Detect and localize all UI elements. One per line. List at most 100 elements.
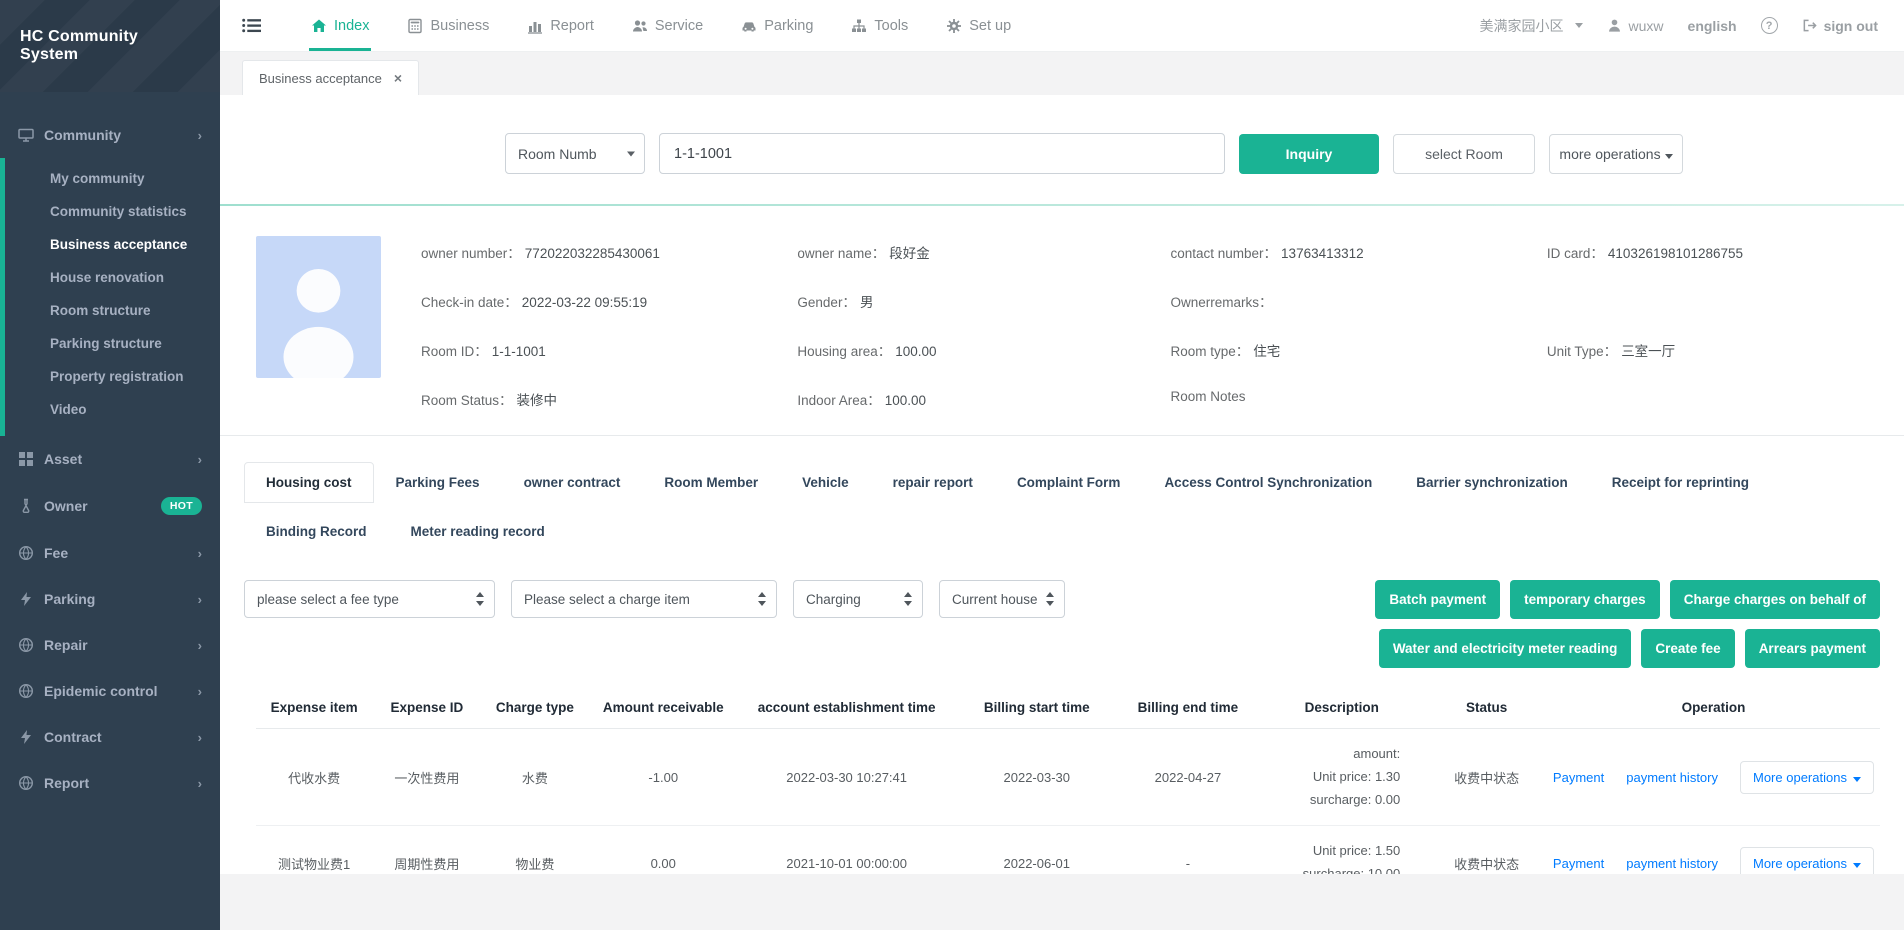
sidebar: HC Community System Community My communi… <box>0 0 220 930</box>
sidebar-item-fee[interactable]: Fee <box>0 530 220 576</box>
sidebar-item-business-acceptance[interactable]: Business acceptance <box>5 228 220 261</box>
nav-item-set-up[interactable]: Set up <box>944 0 1013 51</box>
col-operation: Operation <box>1547 688 1880 729</box>
field-indoor-area: Indoor Area：100.00 <box>797 389 1170 409</box>
tab-repair-report[interactable]: repair report <box>871 462 995 503</box>
tab-business-acceptance[interactable]: Business acceptance <box>242 60 419 95</box>
sidebar-item-community-statistics[interactable]: Community statistics <box>5 195 220 228</box>
chevron-right-icon <box>198 546 202 561</box>
sidebar-item-room-structure[interactable]: Room structure <box>5 294 220 327</box>
cell-established: 2022-03-30 10:27:41 <box>738 729 955 826</box>
sidebar-item-community[interactable]: Community <box>0 112 220 158</box>
charge-on-behalf-button[interactable]: Charge charges on behalf of <box>1670 580 1880 619</box>
sidebar-item-parking[interactable]: Parking <box>0 576 220 622</box>
tab-barrier-sync[interactable]: Barrier synchronization <box>1394 462 1590 503</box>
sign-out-icon <box>1802 18 1817 33</box>
arrears-payment-button[interactable]: Arrears payment <box>1745 629 1880 668</box>
sign-out-button[interactable]: sign out <box>1802 18 1878 34</box>
navbar-left: Index Business Report Service <box>242 0 1013 51</box>
filter-row: please select a fee type Please select a… <box>244 580 1880 668</box>
chevron-down-icon <box>1575 23 1583 28</box>
select-room-button[interactable]: select Room <box>1393 134 1535 174</box>
temporary-charges-button[interactable]: temporary charges <box>1510 580 1660 619</box>
nav-item-business[interactable]: Business <box>405 0 491 51</box>
payment-history-link[interactable]: payment history <box>1626 856 1718 871</box>
nav-item-index[interactable]: Index <box>309 0 371 51</box>
nav-item-tools[interactable]: Tools <box>849 0 910 51</box>
row-more-operations-dropdown[interactable]: More operations <box>1740 761 1874 794</box>
sidebar-item-asset[interactable]: Asset <box>0 436 220 482</box>
sidebar-item-video[interactable]: Video <box>5 393 220 426</box>
inquiry-button[interactable]: Inquiry <box>1239 134 1379 174</box>
create-fee-button[interactable]: Create fee <box>1641 629 1734 668</box>
col-expense-item: Expense item <box>256 688 372 729</box>
more-operations-dropdown[interactable]: more operations <box>1549 134 1683 174</box>
search-type-select[interactable]: Room Numb <box>505 133 645 174</box>
flask-icon <box>18 498 34 514</box>
row-more-operations-dropdown[interactable]: More operations <box>1740 847 1874 875</box>
nav-item-service[interactable]: Service <box>630 0 705 51</box>
tab-room-member[interactable]: Room Member <box>642 462 780 503</box>
user-icon <box>1607 18 1622 33</box>
sidebar-item-parking-structure[interactable]: Parking structure <box>5 327 220 360</box>
sidebar-item-label: Epidemic control <box>44 683 158 699</box>
sidebar-item-owner[interactable]: Owner HOT <box>0 482 220 530</box>
owner-avatar <box>256 236 381 378</box>
tab-label: Business acceptance <box>259 71 382 86</box>
detail-tabs: Housing cost Parking Fees owner contract… <box>244 462 1880 552</box>
tab-complaint-form[interactable]: Complaint Form <box>995 462 1143 503</box>
language-switch[interactable]: english <box>1688 18 1737 34</box>
globe-icon <box>18 545 34 561</box>
nav-item-report[interactable]: Report <box>525 0 596 51</box>
cell-charge-type: 物业费 <box>482 826 588 874</box>
field-owner-name: owner name：段好金 <box>797 242 1170 262</box>
payment-history-link[interactable]: payment history <box>1626 770 1718 785</box>
table-header-row: Expense item Expense ID Charge type Amou… <box>256 688 1880 729</box>
help-icon[interactable] <box>1761 17 1778 34</box>
bolt-icon <box>18 729 34 745</box>
username: wuxw <box>1629 18 1664 34</box>
charging-status-select[interactable]: Charging <box>793 580 923 618</box>
field-unit-type: Unit Type：三室一厅 <box>1547 340 1880 360</box>
payment-link[interactable]: Payment <box>1553 856 1604 871</box>
tab-vehicle[interactable]: Vehicle <box>780 462 871 503</box>
batch-payment-button[interactable]: Batch payment <box>1375 580 1500 619</box>
col-amount-receivable: Amount receivable <box>588 688 738 729</box>
tab-receipt-reprinting[interactable]: Receipt for reprinting <box>1590 462 1771 503</box>
room-number-input[interactable] <box>659 133 1225 174</box>
charge-item-select[interactable]: Please select a charge item <box>511 580 777 618</box>
sidebar-item-my-community[interactable]: My community <box>5 162 220 195</box>
community-selector-label: 美满家园小区 <box>1480 16 1564 36</box>
tab-binding-record[interactable]: Binding Record <box>244 511 389 552</box>
payment-link[interactable]: Payment <box>1553 770 1604 785</box>
community-selector[interactable]: 美满家园小区 <box>1480 16 1583 36</box>
sidebar-item-label: Fee <box>44 545 68 561</box>
cell-expense-id: 一次性费用 <box>372 729 481 826</box>
tab-owner-contract[interactable]: owner contract <box>502 462 643 503</box>
tab-meter-reading-record[interactable]: Meter reading record <box>389 511 567 552</box>
user-menu[interactable]: wuxw <box>1607 18 1664 34</box>
nav-item-label: Tools <box>874 18 908 34</box>
meter-reading-button[interactable]: Water and electricity meter reading <box>1379 629 1632 668</box>
nav-item-parking[interactable]: Parking <box>739 0 815 51</box>
nav-item-label: Index <box>334 18 369 34</box>
cell-billing-start: 2022-03-30 <box>955 729 1119 826</box>
close-icon[interactable] <box>394 70 402 86</box>
sidebar-item-contract[interactable]: Contract <box>0 714 220 760</box>
sidebar-item-house-renovation[interactable]: House renovation <box>5 261 220 294</box>
sidebar-item-property-registration[interactable]: Property registration <box>5 360 220 393</box>
fee-type-select[interactable]: please select a fee type <box>244 580 495 618</box>
search-row: Room Numb Inquiry select Room more opera… <box>505 133 1880 174</box>
menu-toggle-icon[interactable] <box>242 0 261 51</box>
tab-parking-fees[interactable]: Parking Fees <box>374 462 502 503</box>
chevron-down-icon <box>1665 154 1673 159</box>
sidebar-item-report[interactable]: Report <box>0 760 220 806</box>
cell-charge-type: 水费 <box>482 729 588 826</box>
tab-housing-cost[interactable]: Housing cost <box>244 462 374 503</box>
content-panel: Room Numb Inquiry select Room more opera… <box>220 95 1904 874</box>
tab-access-control-sync[interactable]: Access Control Synchronization <box>1142 462 1394 503</box>
sidebar-item-repair[interactable]: Repair <box>0 622 220 668</box>
house-scope-select[interactable]: Current house <box>939 580 1065 618</box>
sidebar-item-epidemic-control[interactable]: Epidemic control <box>0 668 220 714</box>
grid-icon <box>18 451 34 467</box>
